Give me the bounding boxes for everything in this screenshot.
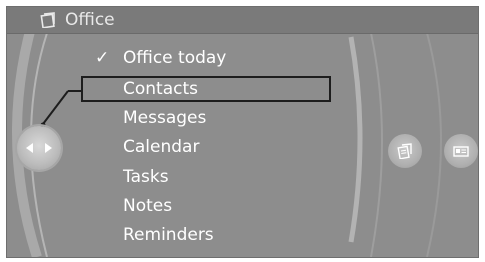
menu-item-notes[interactable]: Notes xyxy=(81,193,331,219)
checkmark-icon: ✓ xyxy=(95,48,110,68)
menu-item-label: Messages xyxy=(123,108,207,128)
menu-item-tasks[interactable]: Tasks xyxy=(81,164,331,190)
arrow-right-icon xyxy=(45,143,52,153)
controller-knob[interactable] xyxy=(17,126,61,170)
menu-item-label: Tasks xyxy=(123,167,169,187)
office-icon xyxy=(40,12,55,28)
connector-line xyxy=(42,90,69,125)
right-arc-3 xyxy=(426,32,442,257)
menu-item-label: Reminders xyxy=(123,225,214,245)
right-arc-1 xyxy=(348,36,363,243)
menu-item-messages[interactable]: Messages xyxy=(81,105,331,131)
card-icon xyxy=(453,146,469,157)
menu-item-label: Calendar xyxy=(123,137,200,157)
menu-item-label: Contacts xyxy=(123,79,198,99)
menu-item-calendar[interactable]: Calendar xyxy=(81,134,331,160)
documents-icon xyxy=(397,143,412,159)
menu-item-office-today[interactable]: ✓ Office today xyxy=(81,45,331,71)
menu-item-label: Office today xyxy=(123,48,227,68)
arrow-left-icon xyxy=(26,143,33,153)
documents-button[interactable] xyxy=(388,134,422,168)
menu-item-contacts[interactable]: Contacts xyxy=(81,76,331,102)
menu-item-label: Notes xyxy=(123,196,173,216)
page-title: Office xyxy=(65,10,115,30)
title-bar: Office xyxy=(7,7,478,34)
menu-item-reminders[interactable]: Reminders xyxy=(81,222,331,248)
screen-frame: Office ✓ Office today Contacts Messages … xyxy=(6,6,479,258)
card-button[interactable] xyxy=(444,134,478,168)
right-arc-2 xyxy=(370,32,383,257)
